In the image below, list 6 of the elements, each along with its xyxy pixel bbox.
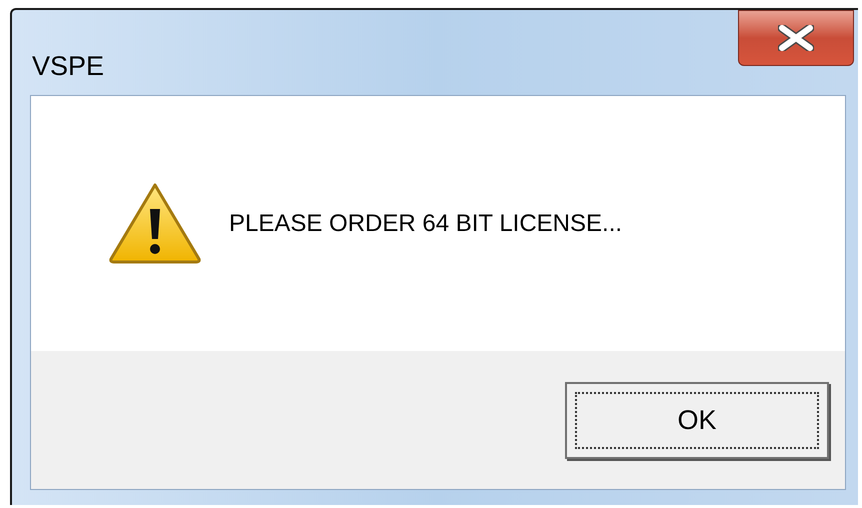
close-icon — [778, 25, 814, 51]
close-button[interactable] — [738, 10, 854, 66]
warning-icon — [107, 180, 203, 264]
window-title: VSPE — [32, 50, 104, 83]
ok-button[interactable]: OK — [565, 382, 829, 458]
message-text: PLEASE ORDER 64 BIT LICENSE... — [229, 208, 622, 238]
